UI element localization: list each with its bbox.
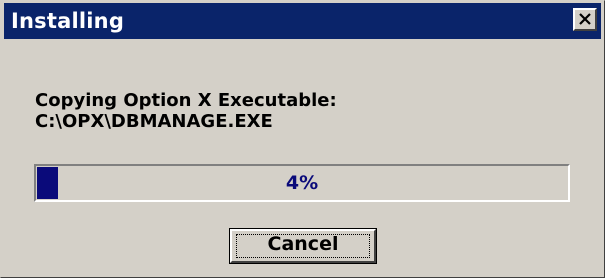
status-message: Copying Option X Executable: C:\OPX\DBMA… [35,90,337,132]
close-button[interactable] [573,8,597,31]
progress-bar: 4% [34,164,570,202]
status-line-action: Copying Option X Executable: [35,90,337,111]
progress-percent-label: 4% [285,172,319,194]
status-line-file-path: C:\OPX\DBMANAGE.EXE [35,111,273,132]
cancel-button[interactable]: Cancel [229,228,377,264]
title-bar[interactable]: Installing [4,3,601,39]
window-title: Installing [11,9,125,33]
cancel-button-label: Cancel [267,233,339,255]
installing-dialog: Installing Copying Option X Executable: … [0,0,605,278]
